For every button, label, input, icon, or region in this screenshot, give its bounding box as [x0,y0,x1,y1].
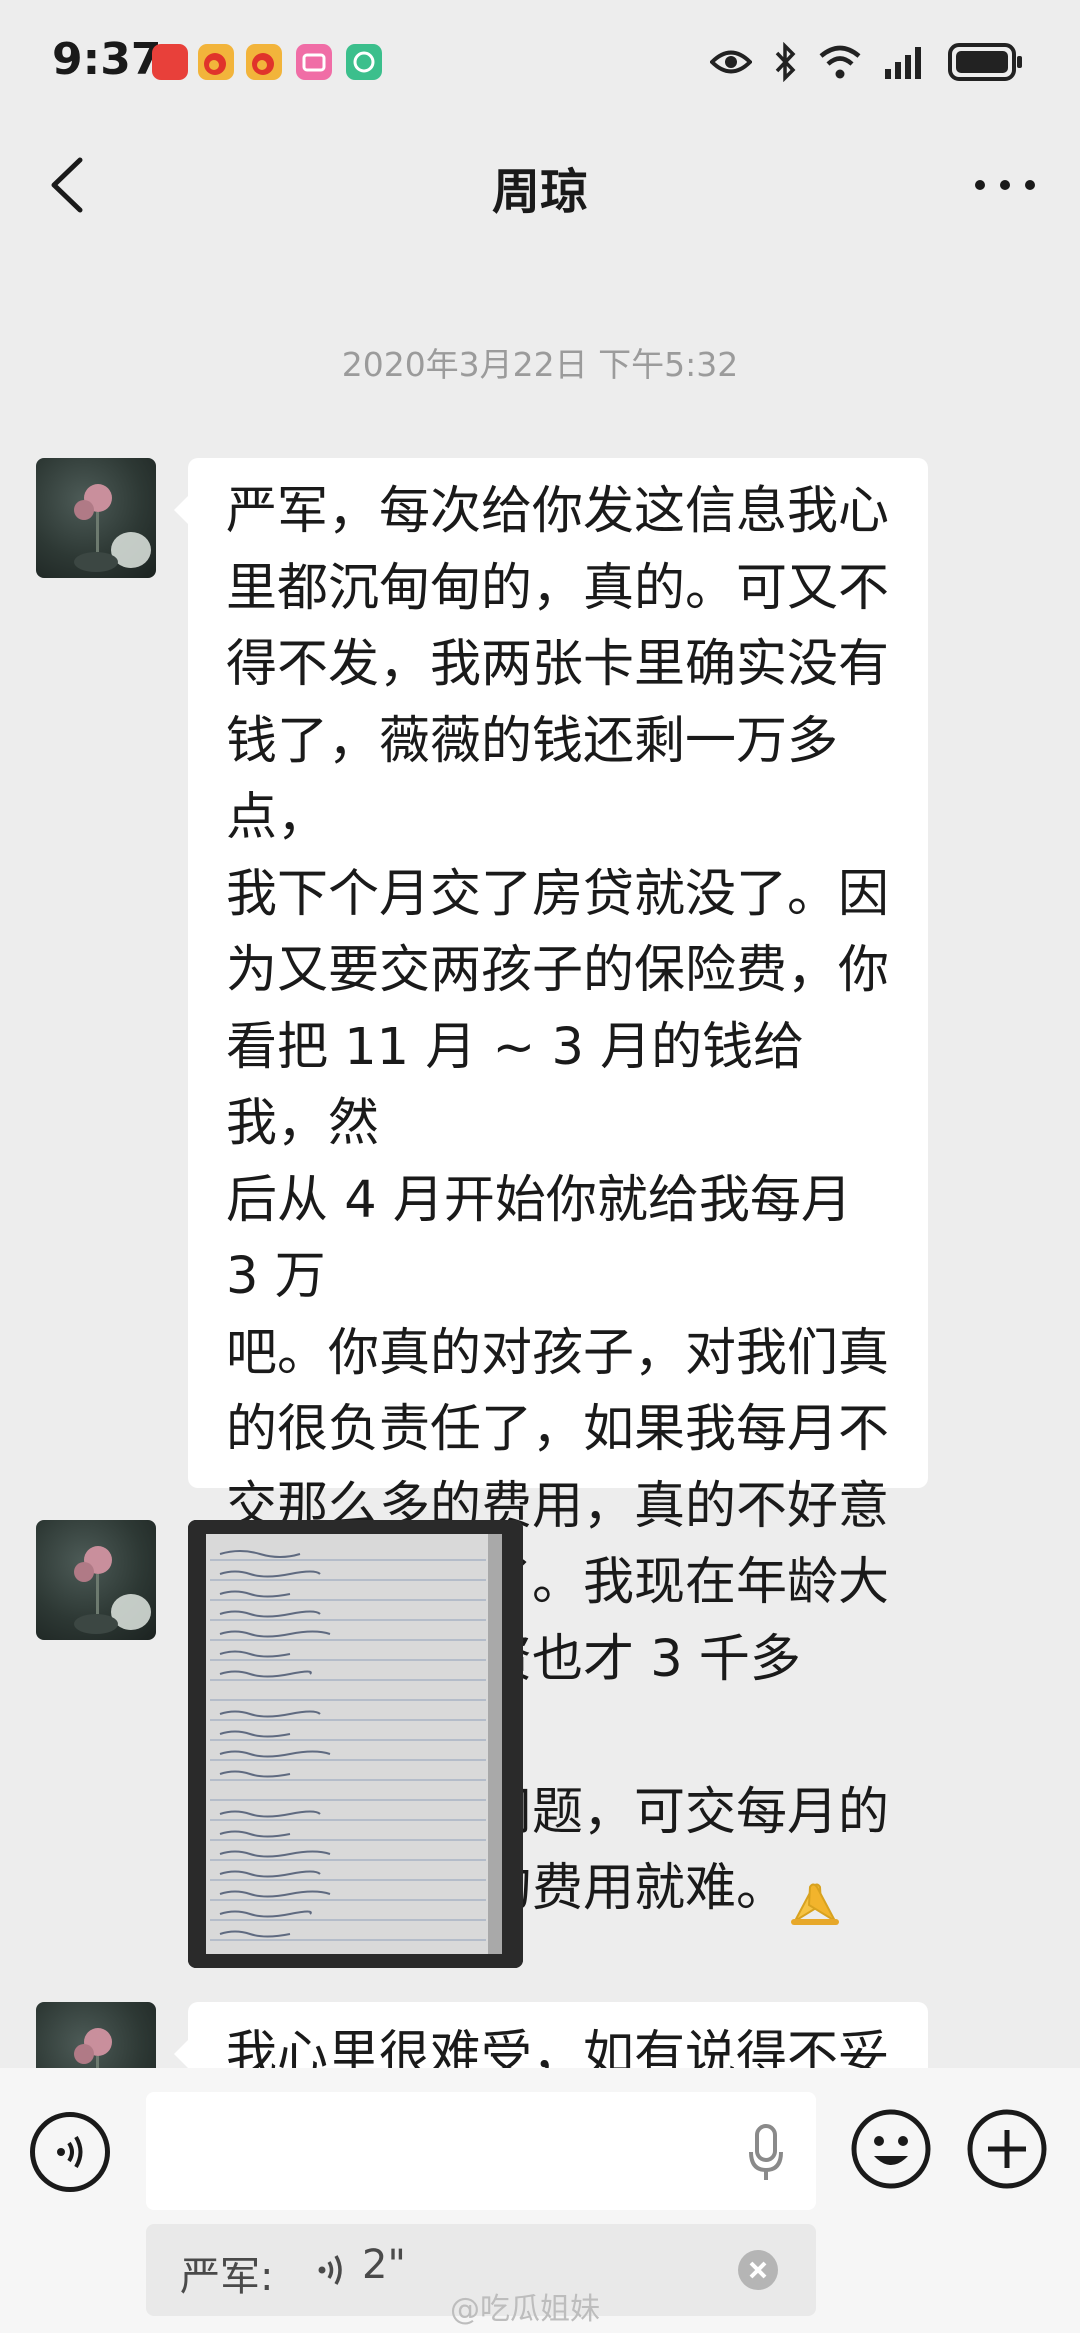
voice-mode-button[interactable] [30,2112,110,2192]
message-bubble[interactable]: 严军，每次给你发这信息我心 里都沉甸甸的，真的。可又不 得不发，我两张卡里确实没… [174,458,928,1925]
signal-icon [885,47,921,79]
microphone-icon[interactable] [746,2122,786,2184]
huawei-app-icon [152,44,188,80]
watermark: @吃瓜姐妹 [450,2292,600,2327]
close-icon [749,2261,767,2279]
more-dots-icon [975,180,1035,190]
battery-icon [948,43,1022,81]
quote-duration: 2" [362,2242,406,2288]
bilibili-icon [296,44,332,80]
voice-wave-icon [318,2255,342,2285]
ledger-photo[interactable] [188,1520,523,1968]
status-time: 9:37 [52,34,162,85]
flower-photo-icon [74,484,151,572]
green-app-icon [346,44,382,80]
ledger-notebook-image [188,1520,523,1968]
eye-icon [710,50,752,74]
flower-photo-icon [74,1546,151,1634]
weibo-lite-icon [246,44,282,80]
quote-sender: 严军: [180,2254,274,2300]
weibo-icon [198,44,234,80]
message-input[interactable] [146,2092,816,2210]
emoji-icon [851,2109,931,2189]
chat-title: 周琼 [491,164,588,220]
quote-close-button[interactable] [738,2250,778,2290]
plus-icon [967,2109,1047,2189]
praying-hands-icon [791,1883,840,1925]
more-functions-button[interactable] [966,2108,1048,2190]
status-bar: 9:37 [0,0,1080,120]
more-button[interactable] [970,160,1040,210]
contact-avatar[interactable] [36,1520,156,1640]
wifi-icon [819,45,861,79]
chat-timestamp: 2020年3月22日 下午5:32 [341,345,739,384]
contact-avatar[interactable] [36,458,156,578]
voice-mode-icon [57,2135,83,2169]
chat-header: 周琼 [0,130,1080,240]
bluetooth-icon [775,42,796,82]
emoji-button[interactable] [850,2108,932,2190]
